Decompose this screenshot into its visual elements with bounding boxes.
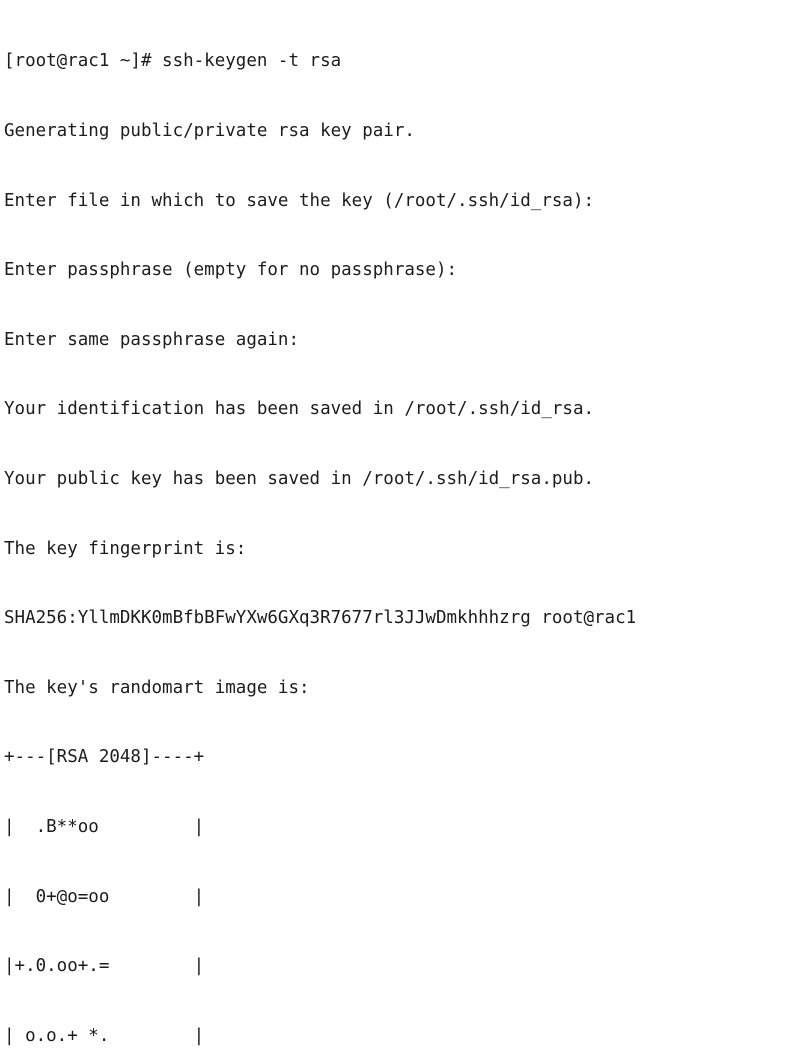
randomart-row-2: | 0+@o=oo | — [4, 886, 205, 907]
terminal-line-generating: Generating public/private rsa key pair. — [4, 121, 415, 141]
terminal-line-fingerprint-label: The key fingerprint is: — [4, 538, 247, 559]
terminal-line-randomart-label: The key's randomart image is: — [4, 677, 310, 698]
terminal-line-enter-passphrase: Enter passphrase (empty for no passphras… — [4, 260, 458, 281]
terminal-line-fingerprint-value: SHA256:YllmDKK0mBfbBFwYXw6GXq3R7677rl3JJ… — [4, 608, 637, 629]
randomart-row-1: | .B**oo | — [4, 816, 205, 837]
terminal-line-enter-file: Enter file in which to save the key (/ro… — [4, 190, 595, 211]
randomart-top-border: +---[RSA 2048]----+ — [4, 747, 205, 768]
terminal-line-command: [root@rac1 ~]# ssh-keygen -t rsa — [4, 51, 342, 72]
terminal-line-enter-same-passphrase: Enter same passphrase again: — [4, 329, 300, 350]
randomart-row-3: |+.0.oo+.= | — [4, 956, 205, 977]
terminal-line-public-key-saved: Your public key has been saved in /root/… — [4, 468, 595, 489]
terminal-screen[interactable]: [root@rac1 ~]# ssh-keygen -t rsa Generat… — [0, 0, 787, 1046]
randomart-row-4: | o.o.+ *. | — [4, 1025, 205, 1046]
terminal-line-identification-saved: Your identification has been saved in /r… — [4, 399, 595, 420]
